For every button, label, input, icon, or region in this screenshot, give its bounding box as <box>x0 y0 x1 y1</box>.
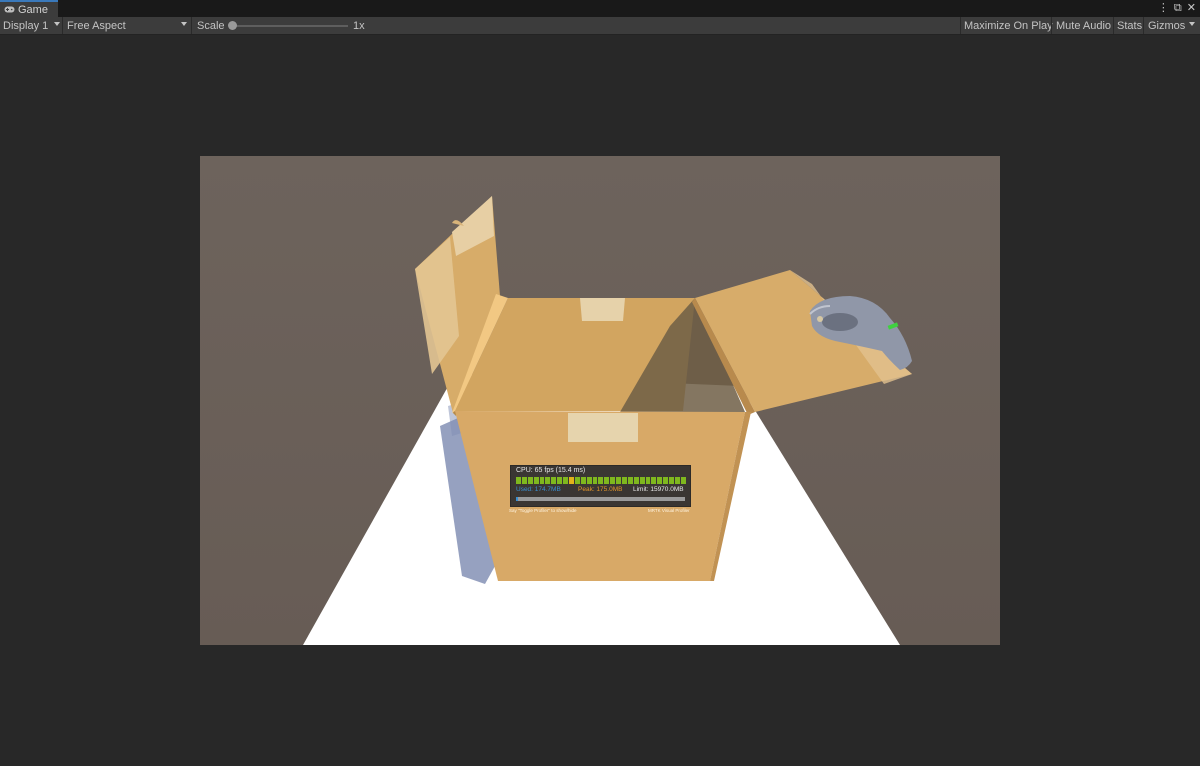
scene-render <box>303 196 912 645</box>
maximize-icon[interactable]: ⧉ <box>1174 2 1182 14</box>
profiler-brand: MRTK Visual Profiler <box>648 508 690 513</box>
profiler-hint: Say "Toggle Profiler" to show/hide <box>509 508 577 513</box>
scale-value: 1x <box>353 19 365 32</box>
maximize-on-play-toggle[interactable]: Maximize On Play <box>964 17 1053 34</box>
profiler-frame-bar <box>675 477 680 484</box>
profiler-used: Used: 174.7MB <box>516 486 561 493</box>
close-icon[interactable]: ✕ <box>1187 2 1196 14</box>
scale-slider-track[interactable] <box>232 25 348 27</box>
visual-profiler: CPU: 65 fps (15.4 ms) Used: 174.7MB Peak… <box>510 465 691 507</box>
display-chevron-down-icon[interactable] <box>54 22 60 26</box>
gamepad-icon <box>4 6 15 13</box>
profiler-frame-bar <box>516 477 521 484</box>
gizmos-chevron-down-icon[interactable] <box>1189 22 1195 26</box>
game-toolbar: Display 1 Free Aspect Scale 1x Maximize … <box>0 17 1200 35</box>
mute-audio-toggle[interactable]: Mute Audio <box>1056 17 1111 34</box>
profiler-peak: Peak: 175.0MB <box>578 486 623 493</box>
profiler-frame-bar <box>680 477 686 484</box>
profiler-frame-bar <box>663 477 669 484</box>
profiler-frame-bar <box>651 477 657 484</box>
profiler-frame-bar <box>557 477 563 484</box>
profiler-frame-bars <box>516 477 686 484</box>
profiler-frame-bar <box>592 477 598 484</box>
scale-label: Scale <box>197 19 225 32</box>
more-options-icon[interactable]: ⋮ <box>1158 2 1169 14</box>
profiler-frame-bar <box>639 477 645 484</box>
aspect-label: Free Aspect <box>67 19 126 32</box>
profiler-frame-bar <box>551 477 557 484</box>
profiler-frame-bar <box>569 477 574 484</box>
profiler-frame-bar <box>586 477 592 484</box>
game-viewport[interactable]: CPU: 65 fps (15.4 ms) Used: 174.7MB Peak… <box>200 156 1000 645</box>
tab-strip: Game ⋮ ⧉ ✕ <box>0 0 1200 18</box>
profiler-frame-bar <box>604 477 610 484</box>
tab-game[interactable]: Game <box>0 0 58 17</box>
display-label: Display 1 <box>3 19 49 32</box>
profiler-cpu: CPU: 65 fps (15.4 ms) <box>516 467 586 474</box>
gizmos-toggle[interactable]: Gizmos <box>1148 17 1185 34</box>
tab-title: Game <box>18 3 48 16</box>
profiler-frame-bar <box>627 477 633 484</box>
profiler-limit: Limit: 15970.0MB <box>633 486 684 493</box>
profiler-frame-bar <box>527 477 533 484</box>
profiler-frame-bar <box>610 477 616 484</box>
aspect-dropdown[interactable]: Free Aspect <box>67 17 126 34</box>
profiler-frame-bar <box>545 477 551 484</box>
display-dropdown[interactable]: Display 1 <box>3 17 48 34</box>
scale-slider-thumb[interactable] <box>228 21 237 30</box>
profiler-frame-bar <box>669 477 675 484</box>
profiler-frame-bar <box>633 477 639 484</box>
profiler-frame-bar <box>645 477 651 484</box>
profiler-frame-bar <box>574 477 580 484</box>
profiler-frame-bar <box>521 477 527 484</box>
profiler-frame-bar <box>657 477 663 484</box>
profiler-frame-bar <box>563 477 569 484</box>
profiler-frame-bar <box>533 477 539 484</box>
profiler-frame-bar <box>598 477 604 484</box>
stats-toggle[interactable]: Stats <box>1117 17 1142 34</box>
profiler-frame-bar <box>580 477 586 484</box>
profiler-frame-bar <box>616 477 622 484</box>
profiler-frame-bar <box>539 477 545 484</box>
aspect-chevron-down-icon[interactable] <box>181 22 187 26</box>
profiler-frame-bar <box>622 477 627 484</box>
profiler-memory-bar <box>516 497 685 501</box>
